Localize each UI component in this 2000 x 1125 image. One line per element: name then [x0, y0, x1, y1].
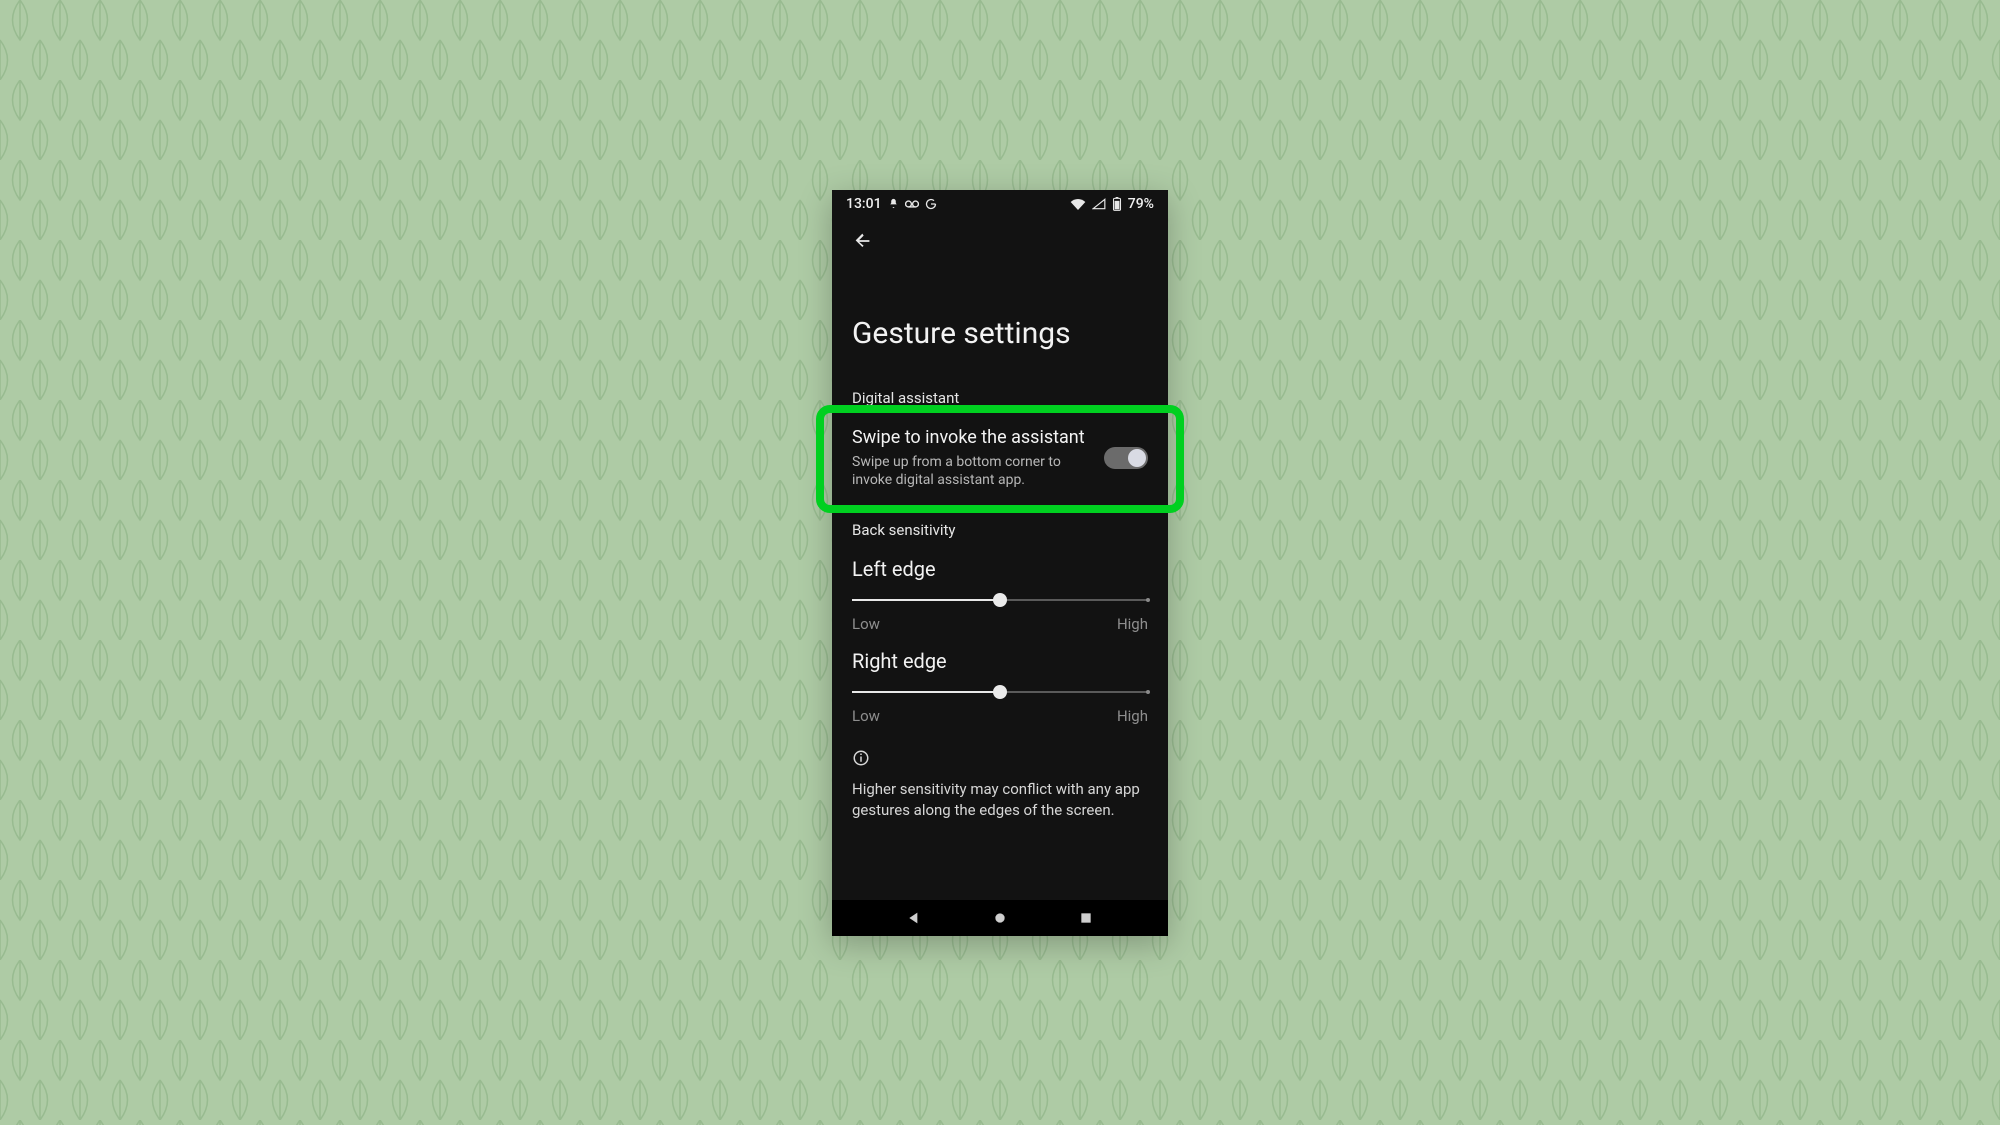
page-title: Gesture settings: [832, 256, 1168, 381]
right-edge-title: Right edge: [852, 649, 1148, 673]
status-notif-icon: [888, 198, 899, 209]
left-edge-low: Low: [852, 615, 880, 633]
nav-recents-button[interactable]: [1078, 910, 1094, 926]
status-voicemail-icon: [905, 199, 919, 209]
left-edge-slider[interactable]: [852, 599, 1148, 601]
right-edge-thumb[interactable]: [993, 685, 1007, 699]
setting-swipe-desc: Swipe up from a bottom corner to invoke …: [852, 453, 1090, 489]
right-edge-block: Right edge Low High: [832, 639, 1168, 731]
status-bar: 13:01 79%: [832, 190, 1168, 216]
left-edge-thumb[interactable]: [993, 593, 1007, 607]
nav-back-button[interactable]: [906, 910, 922, 926]
info-text: Higher sensitivity may conflict with any…: [852, 779, 1148, 820]
nav-bar: [832, 900, 1168, 936]
info-icon: [852, 749, 870, 767]
nav-home-button[interactable]: [992, 910, 1008, 926]
right-edge-low: Low: [852, 707, 880, 725]
phone-screen: 13:01 79%: [832, 190, 1168, 936]
cell-signal-icon: [1092, 198, 1106, 210]
left-edge-title: Left edge: [852, 557, 1148, 581]
swipe-invoke-toggle[interactable]: [1104, 447, 1148, 469]
back-button[interactable]: [848, 226, 878, 256]
status-time: 13:01: [846, 196, 882, 212]
right-edge-high: High: [1117, 707, 1148, 725]
left-edge-high: High: [1117, 615, 1148, 633]
setting-swipe-title: Swipe to invoke the assistant: [852, 427, 1090, 450]
info-block: Higher sensitivity may conflict with any…: [832, 731, 1168, 820]
app-bar: [832, 216, 1168, 256]
right-edge-slider[interactable]: [852, 691, 1148, 693]
status-battery-text: 79%: [1128, 196, 1154, 212]
wifi-icon: [1070, 198, 1086, 210]
status-google-icon: [925, 198, 937, 210]
section-digital-assistant-label: Digital assistant: [832, 381, 1168, 415]
section-back-sensitivity-label: Back sensitivity: [832, 503, 1168, 547]
setting-swipe-invoke-assistant[interactable]: Swipe to invoke the assistant Swipe up f…: [832, 415, 1168, 504]
left-edge-block: Left edge Low High: [832, 547, 1168, 639]
toggle-knob: [1128, 449, 1146, 467]
battery-icon: [1112, 197, 1122, 211]
